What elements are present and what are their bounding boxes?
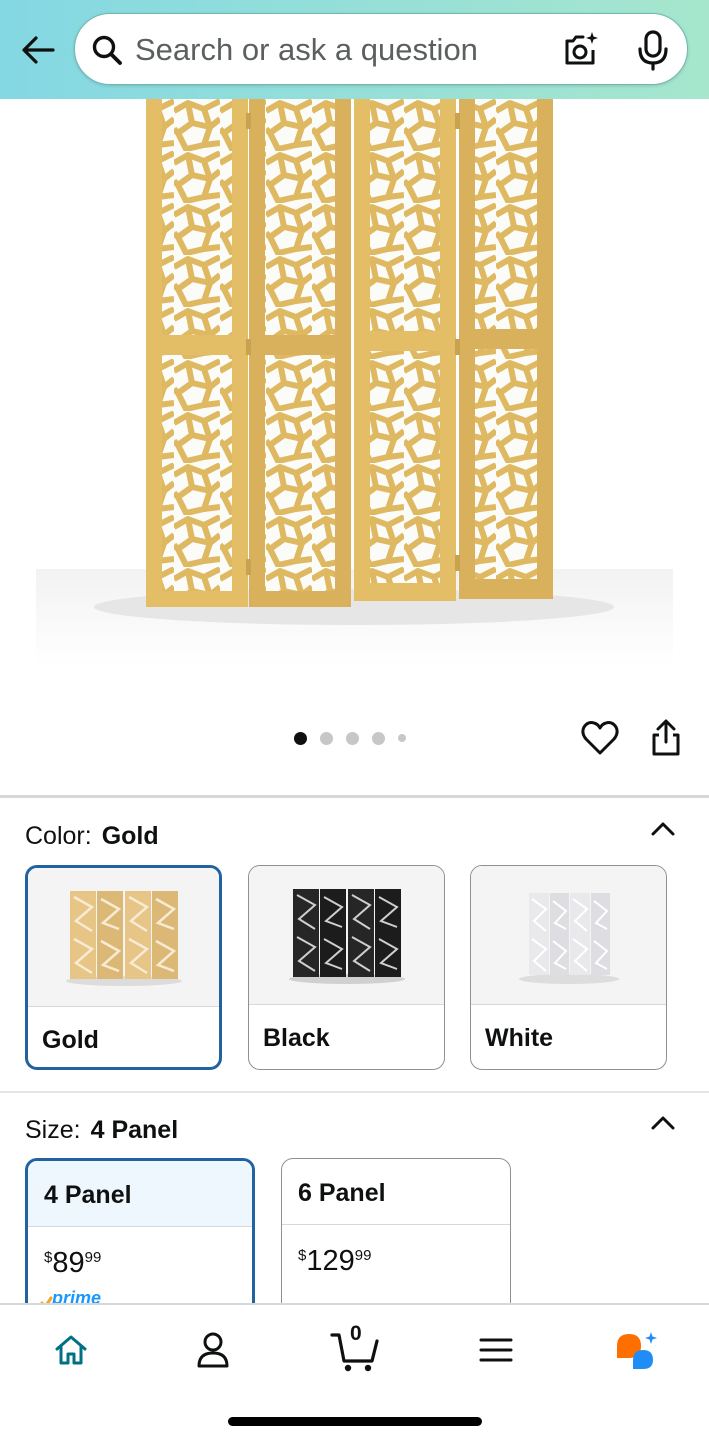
color-selected-value: Gold — [101, 822, 159, 850]
swatch-name: Gold — [42, 1026, 99, 1054]
chevron-up-icon[interactable] — [648, 1108, 678, 1138]
hamburger-menu-icon — [479, 1338, 513, 1362]
camera-search-icon[interactable] — [561, 30, 601, 70]
home-icon — [55, 1335, 87, 1365]
swatch-name: Black — [263, 1024, 330, 1052]
top-header — [0, 0, 709, 99]
size-option-name: 6 Panel — [298, 1179, 386, 1207]
room-divider-image — [36, 99, 673, 666]
arrow-left-icon — [22, 36, 55, 64]
price-dollars: 129 — [306, 1245, 355, 1277]
nav-account[interactable] — [183, 1325, 243, 1375]
search-bar[interactable] — [74, 13, 688, 85]
size-option-header: 6 Panel — [282, 1159, 510, 1225]
size-option-name: 4 Panel — [44, 1181, 132, 1209]
white-screen-thumbnail — [518, 893, 619, 984]
size-option-price: $12999 — [298, 1245, 372, 1277]
size-label-row: Size: 4 Panel — [25, 1116, 178, 1145]
color-option-gold[interactable]: Gold — [25, 865, 222, 1070]
swatch-thumbnail — [249, 866, 444, 1005]
color-label: Color: — [25, 822, 92, 850]
price-cents: 99 — [354, 1247, 372, 1264]
price-cents: 99 — [84, 1249, 102, 1266]
product-image[interactable] — [36, 99, 673, 666]
carousel-dot-2[interactable] — [320, 731, 333, 745]
back-button[interactable] — [18, 30, 58, 70]
gold-screen-thumbnail — [65, 891, 182, 986]
price-dollars: 89 — [52, 1247, 85, 1279]
search-icon — [92, 35, 122, 65]
carousel-dot-1[interactable] — [294, 731, 307, 745]
carousel-dot-4[interactable] — [372, 731, 385, 745]
swatch-name: White — [485, 1024, 554, 1052]
size-option-price: $8999 — [44, 1247, 102, 1279]
nav-home[interactable] — [41, 1325, 101, 1375]
color-option-black[interactable]: Black — [248, 865, 445, 1070]
color-option-white[interactable]: White — [470, 865, 667, 1070]
person-icon — [197, 1332, 229, 1368]
cart-count: 0 — [350, 1322, 362, 1345]
heart-icon[interactable] — [580, 718, 620, 758]
rufus-assistant-icon — [617, 1332, 657, 1369]
chevron-up-icon[interactable] — [648, 814, 678, 844]
nav-rufus[interactable] — [606, 1325, 666, 1375]
nav-cart[interactable]: 0 — [322, 1322, 388, 1375]
search-input[interactable] — [135, 28, 535, 72]
home-indicator — [228, 1417, 482, 1426]
section-divider — [0, 795, 709, 798]
section-divider — [0, 1091, 709, 1093]
share-icon[interactable] — [648, 718, 684, 758]
black-screen-thumbnail — [288, 889, 405, 984]
swatch-thumbnail — [471, 866, 666, 1005]
swatch-thumbnail — [28, 868, 219, 1007]
carousel-indicator — [294, 731, 406, 745]
color-label-row: Color: Gold — [25, 822, 159, 851]
carousel-dot-3[interactable] — [346, 731, 359, 745]
size-label: Size: — [25, 1116, 81, 1144]
nav-menu[interactable] — [466, 1325, 526, 1375]
carousel-dot-5[interactable] — [398, 734, 406, 742]
microphone-icon[interactable] — [635, 28, 671, 72]
size-option-header: 4 Panel — [28, 1161, 252, 1227]
size-selected-value: 4 Panel — [90, 1116, 179, 1144]
